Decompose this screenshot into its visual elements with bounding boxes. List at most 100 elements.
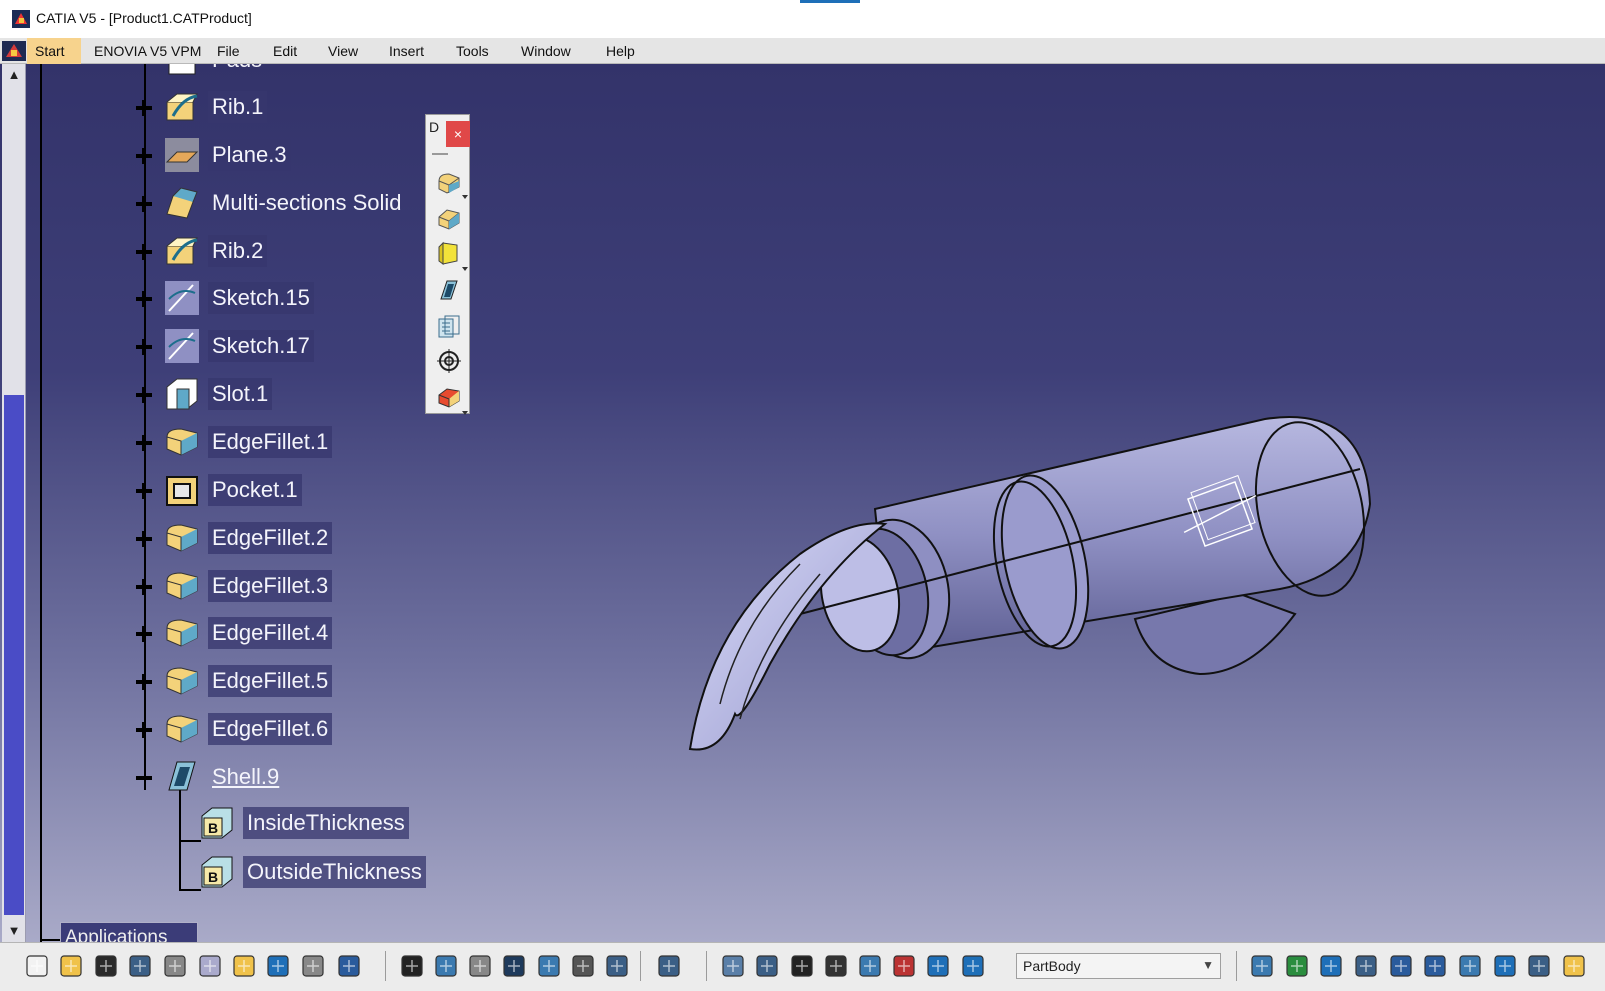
new-icon[interactable]: [22, 951, 52, 981]
formula-icon[interactable]: [397, 951, 427, 981]
3d-viewport[interactable]: ▲ ▼ Pads Rib.1 Plane.3 Multi-sections Soli…: [0, 64, 1605, 942]
body-selector[interactable]: PartBody ▼: [1016, 953, 1221, 979]
knowledge-advisor-icon[interactable]: [431, 951, 461, 981]
start-icon[interactable]: [2, 41, 26, 61]
body-icon[interactable]: [958, 951, 988, 981]
open-icon[interactable]: [56, 951, 86, 981]
cut-icon[interactable]: [160, 951, 190, 981]
rotate-icon[interactable]: [1351, 951, 1381, 981]
law-icon[interactable]: [602, 951, 632, 981]
toolbar-close-button[interactable]: ×: [446, 121, 470, 147]
tree-node[interactable]: EdgeFillet.2: [133, 517, 433, 557]
expand-icon[interactable]: [133, 576, 155, 598]
tree-node-partial[interactable]: Pads: [133, 64, 433, 82]
zoom-out-icon[interactable]: [1420, 951, 1450, 981]
menu-view[interactable]: View: [328, 43, 358, 59]
draft-icon[interactable]: [435, 239, 463, 267]
undo-icon[interactable]: [263, 951, 293, 981]
expand-icon[interactable]: [133, 719, 155, 741]
tree-scrollbar[interactable]: ▲ ▼: [2, 64, 26, 942]
tree-node[interactable]: EdgeFillet.6: [133, 708, 433, 748]
tree-node[interactable]: Pocket.1: [133, 469, 433, 509]
save-icon[interactable]: [91, 951, 121, 981]
fillet-icon[interactable]: [435, 169, 463, 197]
expand-icon[interactable]: [133, 241, 155, 263]
menu-enovia[interactable]: ENOVIA V5 VPM: [94, 43, 201, 59]
iso-view-icon[interactable]: [1524, 951, 1554, 981]
shading-icon[interactable]: [1559, 951, 1589, 981]
dropdown-arrow-icon[interactable]: [462, 267, 468, 271]
scroll-thumb[interactable]: [4, 395, 24, 915]
fit-all-icon[interactable]: [1282, 951, 1312, 981]
part-body-icon[interactable]: [1247, 951, 1277, 981]
design-table-icon[interactable]: [534, 951, 564, 981]
tree-node[interactable]: Sketch.15: [133, 277, 433, 317]
axis-icon[interactable]: [787, 951, 817, 981]
chamfer-icon[interactable]: [435, 205, 463, 233]
tree-node[interactable]: Slot.1: [133, 373, 433, 413]
tree-node[interactable]: Shell.9: [133, 756, 433, 796]
swap-visible-icon[interactable]: [855, 951, 885, 981]
expand-icon[interactable]: [133, 145, 155, 167]
catalog-icon[interactable]: [465, 951, 495, 981]
tree-node[interactable]: EdgeFillet.4: [133, 612, 433, 652]
collapse-icon[interactable]: [133, 767, 155, 789]
whats-this-icon[interactable]: [334, 951, 364, 981]
move-icon[interactable]: [1316, 951, 1346, 981]
copy-icon[interactable]: [195, 951, 225, 981]
dropdown-arrow-icon[interactable]: [462, 411, 468, 415]
menu-tools[interactable]: Tools: [456, 43, 489, 59]
expand-icon[interactable]: [133, 384, 155, 406]
measure-between-icon[interactable]: [821, 951, 851, 981]
tree-node[interactable]: Plane.3: [133, 134, 433, 174]
expand-icon[interactable]: [133, 432, 155, 454]
fly-icon[interactable]: [718, 951, 748, 981]
menu-start[interactable]: Start: [27, 38, 81, 64]
measure-icon[interactable]: [568, 951, 598, 981]
remove-face-icon[interactable]: [435, 383, 463, 411]
shell-icon[interactable]: [435, 277, 463, 305]
dropdown-arrow-icon[interactable]: [462, 195, 468, 199]
tree-node[interactable]: Sketch.17: [133, 325, 433, 365]
menu-insert[interactable]: Insert: [389, 43, 424, 59]
expand-icon[interactable]: [133, 528, 155, 550]
image-icon[interactable]: [654, 951, 684, 981]
menu-window[interactable]: Window: [521, 43, 571, 59]
3d-part-model[interactable]: [680, 324, 1420, 784]
normal-view-icon[interactable]: [1455, 951, 1485, 981]
tree-child-node[interactable]: B OutsideThickness: [168, 851, 468, 891]
paste-icon[interactable]: [229, 951, 259, 981]
thickness-icon[interactable]: [435, 313, 463, 341]
tree-node[interactable]: EdgeFillet.5: [133, 660, 433, 700]
zoom-in-icon[interactable]: [1386, 951, 1416, 981]
tree-node[interactable]: EdgeFillet.1: [133, 421, 433, 461]
table-icon[interactable]: [499, 951, 529, 981]
tree-expand-icon[interactable]: [923, 951, 953, 981]
expand-icon[interactable]: [133, 623, 155, 645]
dress-up-features-toolbar[interactable]: D ×: [425, 114, 470, 415]
tree-node[interactable]: EdgeFillet.3: [133, 565, 433, 605]
scroll-up-arrow-icon[interactable]: ▲: [6, 66, 22, 84]
expand-icon[interactable]: [133, 193, 155, 215]
tree-node[interactable]: Rib.2: [133, 230, 433, 270]
menu-file[interactable]: File: [217, 43, 240, 59]
tree-child-node[interactable]: B InsideThickness: [168, 802, 468, 842]
multi-view-icon[interactable]: [1490, 951, 1520, 981]
menu-help[interactable]: Help: [606, 43, 635, 59]
redo-icon[interactable]: [298, 951, 328, 981]
expand-icon[interactable]: [133, 480, 155, 502]
expand-icon[interactable]: [133, 97, 155, 119]
tree-node[interactable]: Multi-sections Solid: [133, 182, 433, 222]
toolbar-grip[interactable]: [432, 153, 448, 155]
expand-icon[interactable]: [133, 288, 155, 310]
thread-icon[interactable]: [435, 347, 463, 375]
tree-node[interactable]: Rib.1: [133, 86, 433, 126]
menu-edit[interactable]: Edit: [273, 43, 297, 59]
expand-icon[interactable]: [133, 671, 155, 693]
scroll-down-arrow-icon[interactable]: ▼: [6, 922, 22, 940]
expand-icon[interactable]: [133, 336, 155, 358]
applications-tab[interactable]: Applications: [60, 922, 198, 942]
hide-show-icon[interactable]: [889, 951, 919, 981]
chevron-down-icon[interactable]: ▼: [1202, 958, 1214, 972]
pan-icon[interactable]: [752, 951, 782, 981]
